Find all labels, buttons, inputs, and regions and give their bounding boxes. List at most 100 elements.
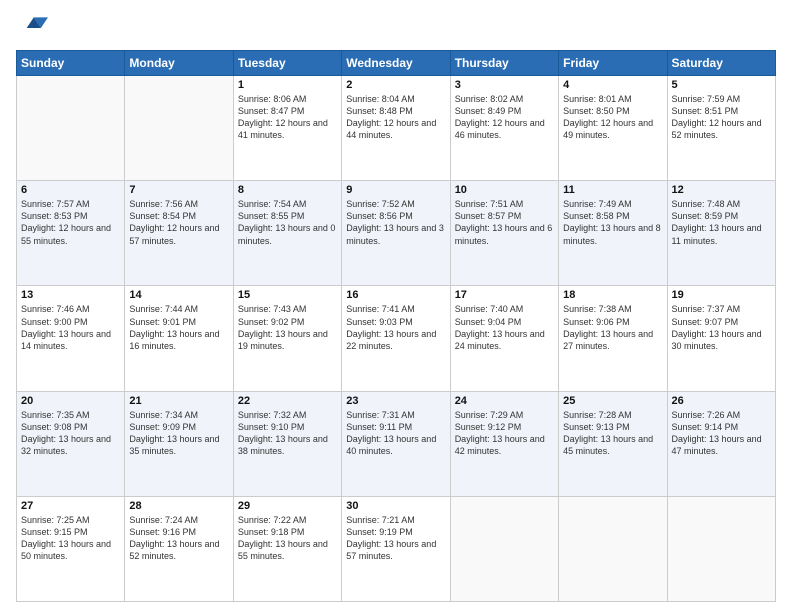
- page: SundayMondayTuesdayWednesdayThursdayFrid…: [0, 0, 792, 612]
- calendar-cell: 16 Sunrise: 7:41 AM Sunset: 9:03 PM Dayli…: [342, 286, 450, 391]
- calendar-cell: 10 Sunrise: 7:51 AM Sunset: 8:57 PM Dayli…: [450, 181, 558, 286]
- day-info: Sunrise: 7:59 AM Sunset: 8:51 PM Dayligh…: [672, 93, 771, 142]
- day-number: 16: [346, 289, 445, 301]
- calendar-cell: 14Sunrise: 7:44 AM Sunset: 9:01 PM Dayli…: [125, 286, 233, 391]
- day-info: Sunrise: 8:01 AM Sunset: 8:50 PM Dayligh…: [563, 93, 662, 142]
- day-info: Sunrise: 7:51 AM Sunset: 8:57 PM Dayligh…: [455, 198, 554, 247]
- calendar-cell: 3Sunrise: 8:02 AM Sunset: 8:49 PM Daylig…: [450, 76, 558, 181]
- weekday-header-thursday: Thursday: [450, 51, 558, 76]
- day-info: Sunrise: 8:04 AM Sunset: 8:48 PM Dayligh…: [346, 93, 445, 142]
- calendar-cell: [17, 76, 125, 181]
- day-info: Sunrise: 7:43 AM Sunset: 9:02 PM Dayligh…: [238, 303, 337, 352]
- calendar-cell: 11 Sunrise: 7:49 AM Sunset: 8:58 PM Dayli…: [559, 181, 667, 286]
- calendar-cell: 27 Sunrise: 7:25 AM Sunset: 9:15 PM Dayli…: [17, 496, 125, 601]
- day-number: 29: [238, 500, 337, 512]
- week-row-4: 27 Sunrise: 7:25 AM Sunset: 9:15 PM Dayli…: [17, 496, 776, 601]
- calendar-cell: 24 Sunrise: 7:29 AM Sunset: 9:12 PM Dayli…: [450, 391, 558, 496]
- calendar-cell: 15 Sunrise: 7:43 AM Sunset: 9:02 PM Dayli…: [233, 286, 341, 391]
- calendar-cell: 4Sunrise: 8:01 AM Sunset: 8:50 PM Daylig…: [559, 76, 667, 181]
- calendar-cell: 18 Sunrise: 7:38 AM Sunset: 9:06 PM Dayli…: [559, 286, 667, 391]
- day-number: 26: [672, 395, 771, 407]
- day-info: Sunrise: 7:38 AM Sunset: 9:06 PM Dayligh…: [563, 303, 662, 352]
- calendar-cell: 21 Sunrise: 7:34 AM Sunset: 9:09 PM Dayli…: [125, 391, 233, 496]
- week-row-0: 1 Sunrise: 8:06 AM Sunset: 8:47 PM Daylig…: [17, 76, 776, 181]
- day-info: Sunrise: 7:24 AM Sunset: 9:16 PM Dayligh…: [129, 514, 228, 563]
- day-info: Sunrise: 7:48 AM Sunset: 8:59 PM Dayligh…: [672, 198, 771, 247]
- calendar-cell: 5 Sunrise: 7:59 AM Sunset: 8:51 PM Daylig…: [667, 76, 775, 181]
- calendar-cell: 19Sunrise: 7:37 AM Sunset: 9:07 PM Dayli…: [667, 286, 775, 391]
- day-info: Sunrise: 7:46 AM Sunset: 9:00 PM Dayligh…: [21, 303, 120, 352]
- day-number: 9: [346, 184, 445, 196]
- day-info: Sunrise: 7:29 AM Sunset: 9:12 PM Dayligh…: [455, 409, 554, 458]
- weekday-header-friday: Friday: [559, 51, 667, 76]
- calendar-cell: [667, 496, 775, 601]
- calendar-cell: [125, 76, 233, 181]
- day-number: 22: [238, 395, 337, 407]
- calendar-table: SundayMondayTuesdayWednesdayThursdayFrid…: [16, 50, 776, 602]
- calendar-cell: 7 Sunrise: 7:56 AM Sunset: 8:54 PM Daylig…: [125, 181, 233, 286]
- day-info: Sunrise: 7:37 AM Sunset: 9:07 PM Dayligh…: [672, 303, 771, 352]
- day-info: Sunrise: 8:06 AM Sunset: 8:47 PM Dayligh…: [238, 93, 337, 142]
- calendar-cell: 6 Sunrise: 7:57 AM Sunset: 8:53 PM Daylig…: [17, 181, 125, 286]
- calendar-cell: [559, 496, 667, 601]
- day-info: Sunrise: 7:35 AM Sunset: 9:08 PM Dayligh…: [21, 409, 120, 458]
- day-number: 18: [563, 289, 662, 301]
- day-info: Sunrise: 7:54 AM Sunset: 8:55 PM Dayligh…: [238, 198, 337, 247]
- week-row-3: 20 Sunrise: 7:35 AM Sunset: 9:08 PM Dayli…: [17, 391, 776, 496]
- calendar-cell: 13Sunrise: 7:46 AM Sunset: 9:00 PM Dayli…: [17, 286, 125, 391]
- day-number: 7: [129, 184, 228, 196]
- calendar-cell: 30Sunrise: 7:21 AM Sunset: 9:19 PM Dayli…: [342, 496, 450, 601]
- day-number: 30: [346, 500, 445, 512]
- calendar-cell: 1 Sunrise: 8:06 AM Sunset: 8:47 PM Daylig…: [233, 76, 341, 181]
- day-info: Sunrise: 7:31 AM Sunset: 9:11 PM Dayligh…: [346, 409, 445, 458]
- day-number: 28: [129, 500, 228, 512]
- weekday-header-tuesday: Tuesday: [233, 51, 341, 76]
- weekday-header-monday: Monday: [125, 51, 233, 76]
- day-info: Sunrise: 7:25 AM Sunset: 9:15 PM Dayligh…: [21, 514, 120, 563]
- day-info: Sunrise: 7:34 AM Sunset: 9:09 PM Dayligh…: [129, 409, 228, 458]
- day-info: Sunrise: 7:41 AM Sunset: 9:03 PM Dayligh…: [346, 303, 445, 352]
- week-row-2: 13Sunrise: 7:46 AM Sunset: 9:00 PM Dayli…: [17, 286, 776, 391]
- day-info: Sunrise: 8:02 AM Sunset: 8:49 PM Dayligh…: [455, 93, 554, 142]
- day-number: 8: [238, 184, 337, 196]
- weekday-header-wednesday: Wednesday: [342, 51, 450, 76]
- day-info: Sunrise: 7:52 AM Sunset: 8:56 PM Dayligh…: [346, 198, 445, 247]
- weekday-header-row: SundayMondayTuesdayWednesdayThursdayFrid…: [17, 51, 776, 76]
- day-number: 15: [238, 289, 337, 301]
- day-number: 5: [672, 79, 771, 91]
- calendar-cell: 22 Sunrise: 7:32 AM Sunset: 9:10 PM Dayli…: [233, 391, 341, 496]
- day-number: 1: [238, 79, 337, 91]
- day-number: 14: [129, 289, 228, 301]
- calendar-cell: 9 Sunrise: 7:52 AM Sunset: 8:56 PM Daylig…: [342, 181, 450, 286]
- calendar-cell: 17Sunrise: 7:40 AM Sunset: 9:04 PM Dayli…: [450, 286, 558, 391]
- calendar-cell: [450, 496, 558, 601]
- calendar-cell: 20 Sunrise: 7:35 AM Sunset: 9:08 PM Dayli…: [17, 391, 125, 496]
- calendar-cell: 26Sunrise: 7:26 AM Sunset: 9:14 PM Dayli…: [667, 391, 775, 496]
- day-number: 10: [455, 184, 554, 196]
- logo: [16, 12, 52, 44]
- day-number: 2: [346, 79, 445, 91]
- calendar-cell: 28 Sunrise: 7:24 AM Sunset: 9:16 PM Dayli…: [125, 496, 233, 601]
- day-info: Sunrise: 7:56 AM Sunset: 8:54 PM Dayligh…: [129, 198, 228, 247]
- calendar-cell: 12 Sunrise: 7:48 AM Sunset: 8:59 PM Dayli…: [667, 181, 775, 286]
- calendar-cell: 8 Sunrise: 7:54 AM Sunset: 8:55 PM Daylig…: [233, 181, 341, 286]
- day-info: Sunrise: 7:57 AM Sunset: 8:53 PM Dayligh…: [21, 198, 120, 247]
- header: [16, 12, 776, 44]
- day-number: 12: [672, 184, 771, 196]
- week-row-1: 6 Sunrise: 7:57 AM Sunset: 8:53 PM Daylig…: [17, 181, 776, 286]
- day-number: 27: [21, 500, 120, 512]
- day-number: 11: [563, 184, 662, 196]
- day-number: 6: [21, 184, 120, 196]
- day-number: 21: [129, 395, 228, 407]
- day-info: Sunrise: 7:40 AM Sunset: 9:04 PM Dayligh…: [455, 303, 554, 352]
- day-number: 24: [455, 395, 554, 407]
- weekday-header-saturday: Saturday: [667, 51, 775, 76]
- day-number: 20: [21, 395, 120, 407]
- calendar-cell: 23Sunrise: 7:31 AM Sunset: 9:11 PM Dayli…: [342, 391, 450, 496]
- day-number: 25: [563, 395, 662, 407]
- day-info: Sunrise: 7:32 AM Sunset: 9:10 PM Dayligh…: [238, 409, 337, 458]
- day-info: Sunrise: 7:22 AM Sunset: 9:18 PM Dayligh…: [238, 514, 337, 563]
- day-info: Sunrise: 7:49 AM Sunset: 8:58 PM Dayligh…: [563, 198, 662, 247]
- calendar-cell: 29 Sunrise: 7:22 AM Sunset: 9:18 PM Dayli…: [233, 496, 341, 601]
- calendar-cell: 25Sunrise: 7:28 AM Sunset: 9:13 PM Dayli…: [559, 391, 667, 496]
